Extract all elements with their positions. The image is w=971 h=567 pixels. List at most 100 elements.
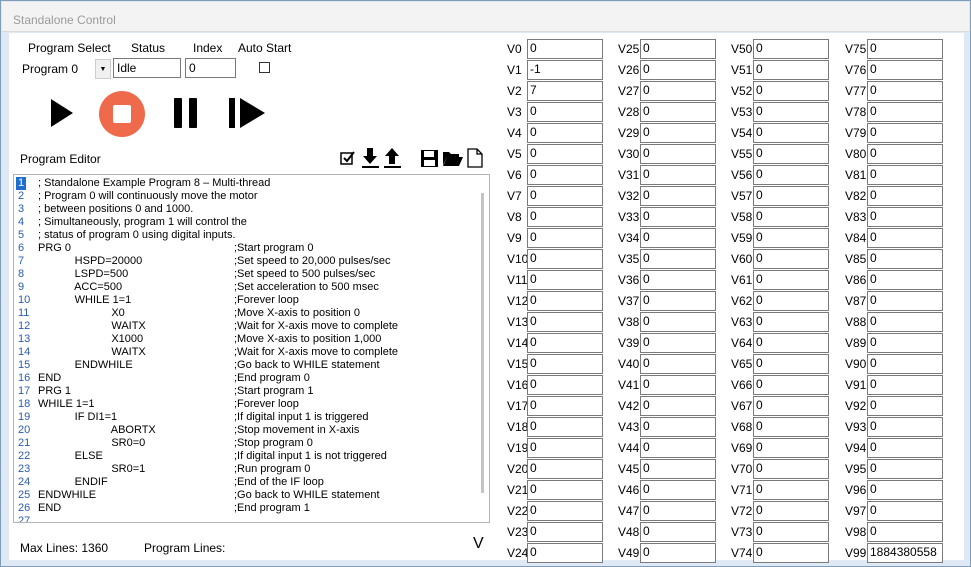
variable-field[interactable]: 0: [527, 291, 603, 311]
variable-field[interactable]: 0: [867, 438, 943, 458]
editor-line[interactable]: 4 ; Simultaneously, program 1 will contro…: [14, 216, 474, 229]
editor-line[interactable]: 10 WHILE 1=1 ;Forever loop: [14, 294, 474, 307]
variable-field[interactable]: 0: [527, 333, 603, 353]
variable-field[interactable]: 0: [640, 396, 716, 416]
variable-field[interactable]: 0: [640, 417, 716, 437]
variable-field[interactable]: 0: [867, 312, 943, 332]
variable-field[interactable]: 0: [753, 354, 829, 374]
auto-start-checkbox[interactable]: [259, 62, 270, 73]
variable-field[interactable]: 0: [753, 102, 829, 122]
variable-field[interactable]: 0: [640, 228, 716, 248]
variable-field[interactable]: 0: [753, 39, 829, 59]
variable-field[interactable]: 0: [753, 123, 829, 143]
variable-field[interactable]: 0: [753, 459, 829, 479]
editor-line[interactable]: 15 ENDWHILE ;Go back to WHILE statement: [14, 359, 474, 372]
variable-field[interactable]: 0: [640, 438, 716, 458]
variable-field[interactable]: -1: [527, 60, 603, 80]
editor-line[interactable]: 21 SR0=0 ;Stop program 0: [14, 437, 474, 450]
variable-field[interactable]: 0: [867, 480, 943, 500]
variable-field[interactable]: 0: [640, 186, 716, 206]
variable-field[interactable]: 0: [640, 522, 716, 542]
variable-field[interactable]: 0: [753, 249, 829, 269]
variable-field[interactable]: 0: [753, 522, 829, 542]
variable-field[interactable]: 0: [640, 165, 716, 185]
variable-field[interactable]: 0: [640, 270, 716, 290]
variable-field[interactable]: 0: [640, 102, 716, 122]
variable-field[interactable]: 0: [753, 60, 829, 80]
variable-field[interactable]: 0: [527, 144, 603, 164]
variable-field[interactable]: 0: [753, 396, 829, 416]
variable-field[interactable]: 0: [753, 501, 829, 521]
variable-field[interactable]: 0: [753, 165, 829, 185]
editor-line[interactable]: 18 WHILE 1=1 ;Forever loop: [14, 398, 474, 411]
variable-field[interactable]: 0: [640, 123, 716, 143]
variable-field[interactable]: 0: [527, 501, 603, 521]
editor-line[interactable]: 8 LSPD=500 ;Set speed to 500 pulses/sec: [14, 268, 474, 281]
open-folder-button[interactable]: [442, 149, 464, 167]
new-file-button[interactable]: [466, 147, 484, 169]
upload-button[interactable]: [383, 147, 403, 169]
variable-field[interactable]: 0: [640, 249, 716, 269]
variable-field[interactable]: 0: [867, 123, 943, 143]
variable-field[interactable]: 0: [527, 228, 603, 248]
variable-field[interactable]: 0: [640, 291, 716, 311]
variable-field[interactable]: 0: [527, 375, 603, 395]
editor-line[interactable]: 13 X1000 ;Move X-axis to position 1,000: [14, 333, 474, 346]
variable-field[interactable]: 0: [867, 291, 943, 311]
variable-field[interactable]: 0: [867, 501, 943, 521]
variable-field[interactable]: 0: [867, 249, 943, 269]
editor-line[interactable]: 16 END ;End program 0: [14, 372, 474, 385]
variable-field[interactable]: 0: [753, 438, 829, 458]
variable-field[interactable]: 0: [867, 102, 943, 122]
step-button[interactable]: [227, 97, 267, 129]
variable-field[interactable]: 0: [527, 102, 603, 122]
variable-field[interactable]: 0: [527, 207, 603, 227]
variable-field[interactable]: 0: [753, 228, 829, 248]
variable-field[interactable]: 0: [867, 333, 943, 353]
editor-line[interactable]: 26 END ;End program 1: [14, 502, 474, 515]
pause-button[interactable]: [172, 97, 200, 129]
variable-field[interactable]: 0: [867, 417, 943, 437]
save-button[interactable]: [419, 148, 439, 168]
variable-field[interactable]: 0: [867, 186, 943, 206]
variable-field[interactable]: 0: [867, 144, 943, 164]
editor-line[interactable]: 7 HSPD=20000 ;Set speed to 20,000 pulses/…: [14, 255, 474, 268]
variable-field[interactable]: 0: [753, 543, 829, 563]
editor-line[interactable]: 23 SR0=1 ;Run program 0: [14, 463, 474, 476]
variable-field[interactable]: 0: [640, 144, 716, 164]
program-editor[interactable]: 1 ; Standalone Example Program 8 – Multi-…: [13, 174, 490, 523]
download-button[interactable]: [361, 147, 381, 169]
variable-field[interactable]: 0: [753, 81, 829, 101]
variable-field[interactable]: 0: [753, 144, 829, 164]
variable-field[interactable]: 0: [640, 354, 716, 374]
variable-field[interactable]: 0: [867, 60, 943, 80]
variable-field[interactable]: 0: [527, 123, 603, 143]
index-field[interactable]: 0: [185, 58, 236, 78]
editor-line[interactable]: 12 WAITX ;Wait for X-axis move to complet…: [14, 320, 474, 333]
editor-line[interactable]: 25 ENDWHILE ;Go back to WHILE statement: [14, 489, 474, 502]
variable-field[interactable]: 0: [867, 270, 943, 290]
editor-line[interactable]: 19 IF DI1=1 ;If digital input 1 is trigge…: [14, 411, 474, 424]
variable-field[interactable]: 0: [867, 39, 943, 59]
variable-field[interactable]: 0: [640, 60, 716, 80]
editor-line[interactable]: 22 ELSE ;If digital input 1 is not trigge…: [14, 450, 474, 463]
variable-field[interactable]: 7: [527, 81, 603, 101]
variable-field[interactable]: 0: [527, 480, 603, 500]
variable-field[interactable]: 0: [867, 459, 943, 479]
variable-field[interactable]: 0: [753, 375, 829, 395]
variable-field[interactable]: 0: [640, 81, 716, 101]
editor-line[interactable]: 24 ENDIF ;End of the IF loop: [14, 476, 474, 489]
variable-field[interactable]: 0: [867, 375, 943, 395]
variable-field[interactable]: 0: [867, 207, 943, 227]
variable-field[interactable]: 0: [527, 522, 603, 542]
variable-field[interactable]: 0: [640, 501, 716, 521]
variable-field[interactable]: 0: [753, 207, 829, 227]
variable-field[interactable]: 0: [640, 375, 716, 395]
variable-field[interactable]: 0: [640, 312, 716, 332]
variable-field[interactable]: 0: [527, 438, 603, 458]
status-field[interactable]: Idle: [113, 58, 181, 78]
editor-line[interactable]: 6 PRG 0 ;Start program 0: [14, 242, 474, 255]
editor-line[interactable]: 20 ABORTX ;Stop movement in X-axis: [14, 424, 474, 437]
editor-line[interactable]: 1 ; Standalone Example Program 8 – Multi-…: [14, 177, 474, 190]
variable-field[interactable]: 0: [527, 249, 603, 269]
